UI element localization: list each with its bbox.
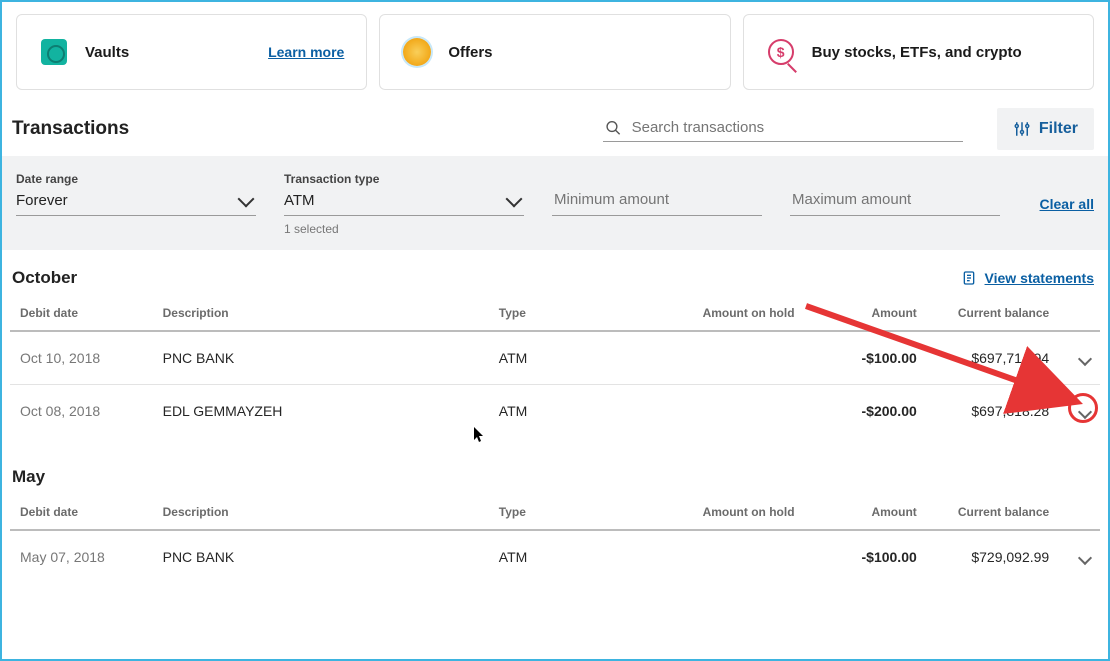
card-vaults-title: Vaults [85,44,129,61]
filter-transaction-type-value: ATM [284,192,315,209]
minimum-amount-input[interactable] [552,190,762,209]
filter-date-range-label: Date range [16,172,256,186]
transactions-table-may: Debit date Description Type Amount on ho… [10,495,1100,583]
col-debit-date: Debit date [10,296,153,331]
expand-row-button[interactable] [1070,549,1090,565]
stocks-icon [766,37,796,67]
expand-row-button[interactable] [1070,350,1090,366]
search-field[interactable] [603,116,963,142]
view-statements-link[interactable]: View statements [961,269,1094,287]
month-heading-october: October [12,268,77,288]
card-offers-title: Offers [448,44,492,61]
table-row[interactable]: May 07, 2018 PNC BANK ATM -$100.00 $729,… [10,530,1100,583]
document-icon [961,269,977,287]
promo-card-stocks[interactable]: Buy stocks, ETFs, and crypto [743,14,1094,90]
search-input[interactable] [630,118,961,137]
transactions-table-october: Debit date Description Type Amount on ho… [10,296,1100,437]
filter-transaction-type-label: Transaction type [284,172,524,186]
table-row[interactable]: Oct 08, 2018 EDL GEMMAYZEH ATM -$200.00 … [10,385,1100,438]
promo-card-offers[interactable]: Offers [379,14,730,90]
chevron-down-icon [1078,405,1092,419]
view-statements-label: View statements [985,270,1094,286]
filter-transaction-type[interactable]: Transaction type ATM 1 selected [284,172,524,236]
page-title: Transactions [10,118,129,140]
filter-bar: Date range Forever Transaction type ATM … [2,156,1108,250]
search-icon [605,119,622,137]
filter-min-amount[interactable] [552,172,762,216]
col-amount-on-hold: Amount on hold [642,495,805,530]
filter-date-range[interactable]: Date range Forever [16,172,256,216]
vault-icon [39,37,69,67]
col-amount: Amount [805,495,927,530]
vaults-learn-more-link[interactable]: Learn more [268,44,344,60]
col-current-balance: Current balance [927,296,1059,331]
clear-all-link[interactable]: Clear all [1040,196,1094,212]
table-row[interactable]: Oct 10, 2018 PNC BANK ATM -$100.00 $697,… [10,331,1100,385]
col-description: Description [153,296,489,331]
col-amount: Amount [805,296,927,331]
chevron-down-icon [506,190,523,207]
filter-transaction-type-subtext: 1 selected [284,222,524,236]
filter-date-range-value: Forever [16,192,68,209]
promo-card-vaults[interactable]: Vaults Learn more [16,14,367,90]
col-description: Description [153,495,489,530]
col-current-balance: Current balance [927,495,1059,530]
col-type: Type [489,296,642,331]
filter-max-amount[interactable] [790,172,1000,216]
month-heading-may: May [12,467,45,487]
chevron-down-icon [1078,551,1092,565]
chevron-down-icon [238,190,255,207]
sliders-icon [1013,120,1031,138]
offers-icon [402,37,432,67]
col-amount-on-hold: Amount on hold [642,296,805,331]
maximum-amount-input[interactable] [790,190,1000,209]
chevron-down-icon [1078,352,1092,366]
filter-button[interactable]: Filter [997,108,1094,150]
filter-button-label: Filter [1039,120,1078,138]
expand-row-button[interactable] [1070,403,1090,419]
card-stocks-title: Buy stocks, ETFs, and crypto [812,44,1022,61]
col-type: Type [489,495,642,530]
col-debit-date: Debit date [10,495,153,530]
